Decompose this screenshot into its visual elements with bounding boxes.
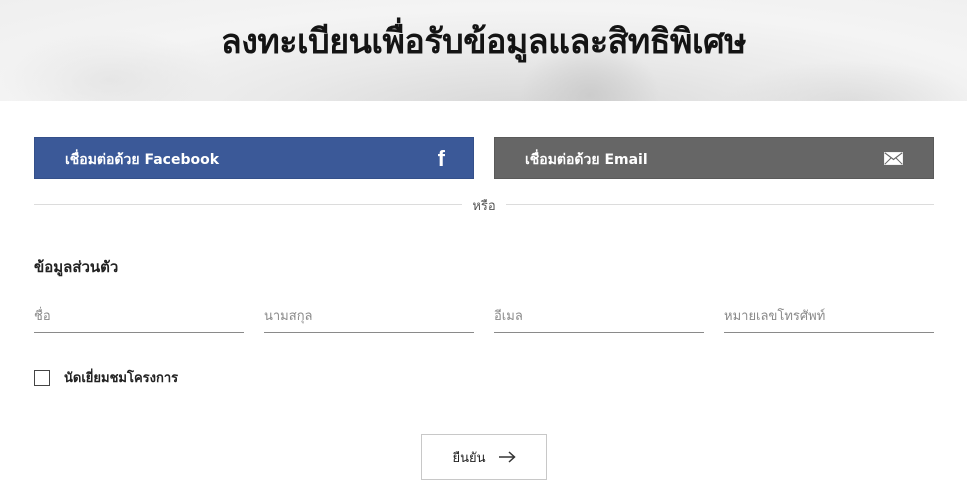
first-name-input[interactable] (34, 300, 244, 332)
connect-facebook-button[interactable]: เชื่อมต่อด้วย Facebook f (34, 137, 474, 179)
page-title: ลงทะเบียนเพื่อรับข้อมูลและสิทธิพิเศษ (220, 22, 747, 62)
last-name-field (264, 300, 474, 333)
phone-field (724, 300, 934, 333)
envelope-icon (884, 152, 903, 165)
connect-facebook-label: เชื่อมต่อด้วย Facebook (65, 152, 220, 168)
submit-button[interactable]: ยืนยัน (421, 434, 547, 480)
connect-email-button[interactable]: เชื่อมต่อด้วย Email (494, 137, 934, 179)
first-name-field (34, 300, 244, 333)
or-separator: หรือ (472, 199, 496, 214)
site-visit-checkbox[interactable] (34, 369, 50, 386)
last-name-input[interactable] (264, 300, 474, 332)
hero-banner: ลงทะเบียนเพื่อรับข้อมูลและสิทธิพิเศษ (0, 0, 967, 101)
site-visit-label[interactable]: นัดเยี่ยมชมโครงการ (64, 367, 178, 388)
phone-input[interactable] (724, 300, 934, 332)
email-input[interactable] (494, 300, 704, 332)
email-field (494, 300, 704, 333)
personal-info-heading: ข้อมูลส่วนตัว (34, 258, 119, 276)
divider-line (506, 204, 934, 205)
divider-line (34, 204, 462, 205)
connect-email-label: เชื่อมต่อด้วย Email (525, 152, 648, 168)
facebook-icon: f (437, 146, 445, 171)
site-visit-option: นัดเยี่ยมชมโครงการ (34, 367, 178, 388)
arrow-right-icon (498, 451, 516, 463)
submit-label: ยืนยัน (452, 450, 486, 466)
